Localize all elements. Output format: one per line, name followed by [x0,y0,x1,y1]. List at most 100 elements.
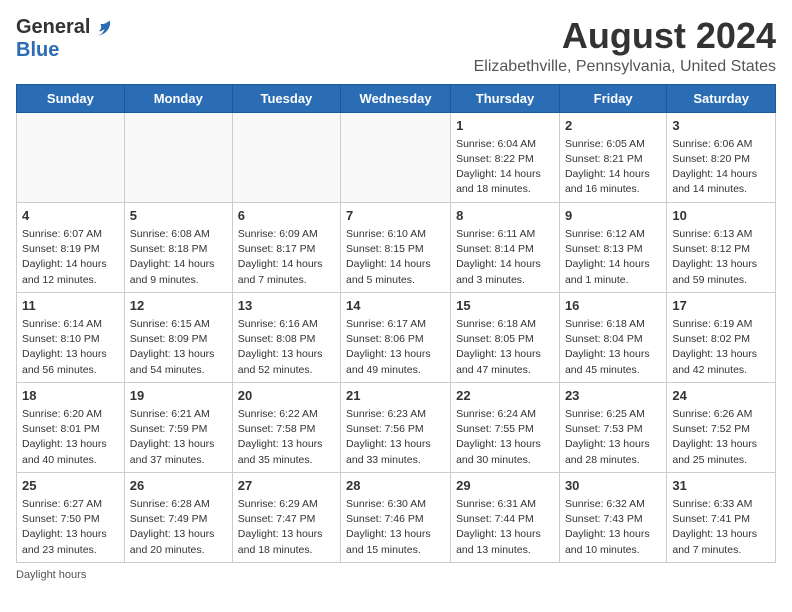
day-cell: 18Sunrise: 6:20 AM Sunset: 8:01 PM Dayli… [17,382,125,472]
day-number: 20 [238,387,335,405]
header-row: SundayMondayTuesdayWednesdayThursdayFrid… [17,84,776,112]
day-number: 31 [672,477,770,495]
day-cell: 25Sunrise: 6:27 AM Sunset: 7:50 PM Dayli… [17,472,125,562]
day-info: Sunrise: 6:10 AM Sunset: 8:15 PM Dayligh… [346,228,431,286]
day-cell: 26 Sunrise: 6:28 AM Sunset: 7:49 PM Dayli… [124,472,232,562]
day-cell [124,112,232,202]
day-number: 8 [456,207,554,225]
day-info: Sunrise: 6:25 AM Sunset: 7:53 PM Dayligh… [565,408,650,466]
col-header-saturday: Saturday [667,84,776,112]
day-info: Sunrise: 6:05 AM Sunset: 8:21 PM Dayligh… [565,138,650,196]
day-info: Sunrise: 6:08 AM Sunset: 8:18 PM Dayligh… [130,228,215,286]
calendar-header: SundayMondayTuesdayWednesdayThursdayFrid… [17,84,776,112]
day-number: 23 [565,387,661,405]
day-cell: 12 Sunrise: 6:15 AM Sunset: 8:09 PM Dayli… [124,292,232,382]
day-cell: 8 Sunrise: 6:11 AM Sunset: 8:14 PM Daylig… [451,202,560,292]
col-header-tuesday: Tuesday [232,84,340,112]
day-number: 1 [456,117,554,135]
day-info: Sunrise: 6:32 AM Sunset: 7:43 PM Dayligh… [565,498,650,556]
day-info: Sunrise: 6:29 AM Sunset: 7:47 PM Dayligh… [238,498,323,556]
logo-bird-icon [92,18,112,38]
week-row-1: 1 Sunrise: 6:04 AM Sunset: 8:22 PM Daylig… [17,112,776,202]
day-info: Sunrise: 6:12 AM Sunset: 8:13 PM Dayligh… [565,228,650,286]
day-number: 30 [565,477,661,495]
day-info: Sunrise: 6:26 AM Sunset: 7:52 PM Dayligh… [672,408,757,466]
day-info: Sunrise: 6:24 AM Sunset: 7:55 PM Dayligh… [456,408,541,466]
day-cell: 14Sunrise: 6:17 AM Sunset: 8:06 PM Dayli… [341,292,451,382]
day-cell: 17Sunrise: 6:19 AM Sunset: 8:02 PM Dayli… [667,292,776,382]
week-row-4: 18Sunrise: 6:20 AM Sunset: 8:01 PM Dayli… [17,382,776,472]
col-header-monday: Monday [124,84,232,112]
day-cell [232,112,340,202]
day-info: Sunrise: 6:18 AM Sunset: 8:05 PM Dayligh… [456,318,541,376]
day-info: Sunrise: 6:14 AM Sunset: 8:10 PM Dayligh… [22,318,107,376]
day-cell: 29 Sunrise: 6:31 AM Sunset: 7:44 PM Dayli… [451,472,560,562]
day-info: Sunrise: 6:27 AM Sunset: 7:50 PM Dayligh… [22,498,107,556]
day-cell: 11 Sunrise: 6:14 AM Sunset: 8:10 PM Dayli… [17,292,125,382]
day-number: 5 [130,207,227,225]
day-info: Sunrise: 6:06 AM Sunset: 8:20 PM Dayligh… [672,138,757,196]
day-cell: 2Sunrise: 6:05 AM Sunset: 8:21 PM Daylig… [559,112,666,202]
day-number: 19 [130,387,227,405]
day-info: Sunrise: 6:20 AM Sunset: 8:01 PM Dayligh… [22,408,107,466]
day-info: Sunrise: 6:16 AM Sunset: 8:08 PM Dayligh… [238,318,323,376]
day-number: 26 [130,477,227,495]
day-info: Sunrise: 6:22 AM Sunset: 7:58 PM Dayligh… [238,408,323,466]
day-info: Sunrise: 6:04 AM Sunset: 8:22 PM Dayligh… [456,138,541,196]
day-cell: 22Sunrise: 6:24 AM Sunset: 7:55 PM Dayli… [451,382,560,472]
footer-note: Daylight hours [16,569,776,581]
col-header-sunday: Sunday [17,84,125,112]
day-info: Sunrise: 6:21 AM Sunset: 7:59 PM Dayligh… [130,408,215,466]
day-number: 21 [346,387,445,405]
day-info: Sunrise: 6:31 AM Sunset: 7:44 PM Dayligh… [456,498,541,556]
logo-general: General [16,16,90,39]
day-number: 15 [456,297,554,315]
day-cell: 10 Sunrise: 6:13 AM Sunset: 8:12 PM Dayli… [667,202,776,292]
day-info: Sunrise: 6:15 AM Sunset: 8:09 PM Dayligh… [130,318,215,376]
day-cell: 13 Sunrise: 6:16 AM Sunset: 8:08 PM Dayli… [232,292,340,382]
day-number: 3 [672,117,770,135]
week-row-3: 11 Sunrise: 6:14 AM Sunset: 8:10 PM Dayli… [17,292,776,382]
day-cell: 30 Sunrise: 6:32 AM Sunset: 7:43 PM Dayli… [559,472,666,562]
day-cell [341,112,451,202]
col-header-friday: Friday [559,84,666,112]
col-header-wednesday: Wednesday [341,84,451,112]
day-cell: 7 Sunrise: 6:10 AM Sunset: 8:15 PM Daylig… [341,202,451,292]
calendar-body: 1 Sunrise: 6:04 AM Sunset: 8:22 PM Daylig… [17,112,776,562]
day-number: 4 [22,207,119,225]
calendar-table: SundayMondayTuesdayWednesdayThursdayFrid… [16,84,776,563]
week-row-5: 25Sunrise: 6:27 AM Sunset: 7:50 PM Dayli… [17,472,776,562]
day-info: Sunrise: 6:30 AM Sunset: 7:46 PM Dayligh… [346,498,431,556]
day-cell: 4Sunrise: 6:07 AM Sunset: 8:19 PM Daylig… [17,202,125,292]
day-number: 29 [456,477,554,495]
day-number: 28 [346,477,445,495]
day-number: 12 [130,297,227,315]
day-cell: 27Sunrise: 6:29 AM Sunset: 7:47 PM Dayli… [232,472,340,562]
day-number: 7 [346,207,445,225]
day-cell: 16Sunrise: 6:18 AM Sunset: 8:04 PM Dayli… [559,292,666,382]
day-info: Sunrise: 6:09 AM Sunset: 8:17 PM Dayligh… [238,228,323,286]
day-cell: 3 Sunrise: 6:06 AM Sunset: 8:20 PM Daylig… [667,112,776,202]
day-number: 9 [565,207,661,225]
day-cell: 31Sunrise: 6:33 AM Sunset: 7:41 PM Dayli… [667,472,776,562]
day-cell: 5 Sunrise: 6:08 AM Sunset: 8:18 PM Daylig… [124,202,232,292]
day-cell: 15 Sunrise: 6:18 AM Sunset: 8:05 PM Dayli… [451,292,560,382]
day-info: Sunrise: 6:13 AM Sunset: 8:12 PM Dayligh… [672,228,757,286]
day-info: Sunrise: 6:11 AM Sunset: 8:14 PM Dayligh… [456,228,541,286]
day-number: 13 [238,297,335,315]
day-number: 10 [672,207,770,225]
day-cell: 9 Sunrise: 6:12 AM Sunset: 8:13 PM Daylig… [559,202,666,292]
logo-blue: Blue [16,39,59,62]
title-area: August 2024 Elizabethville, Pennsylvania… [474,16,776,76]
day-number: 24 [672,387,770,405]
day-cell: 23 Sunrise: 6:25 AM Sunset: 7:53 PM Dayli… [559,382,666,472]
col-header-thursday: Thursday [451,84,560,112]
day-cell: 28 Sunrise: 6:30 AM Sunset: 7:46 PM Dayli… [341,472,451,562]
day-number: 11 [22,297,119,315]
day-info: Sunrise: 6:17 AM Sunset: 8:06 PM Dayligh… [346,318,431,376]
week-row-2: 4Sunrise: 6:07 AM Sunset: 8:19 PM Daylig… [17,202,776,292]
day-info: Sunrise: 6:28 AM Sunset: 7:49 PM Dayligh… [130,498,215,556]
header: General Blue August 2024 Elizabethville,… [16,16,776,76]
main-title: August 2024 [474,16,776,56]
day-cell: 19 Sunrise: 6:21 AM Sunset: 7:59 PM Dayli… [124,382,232,472]
